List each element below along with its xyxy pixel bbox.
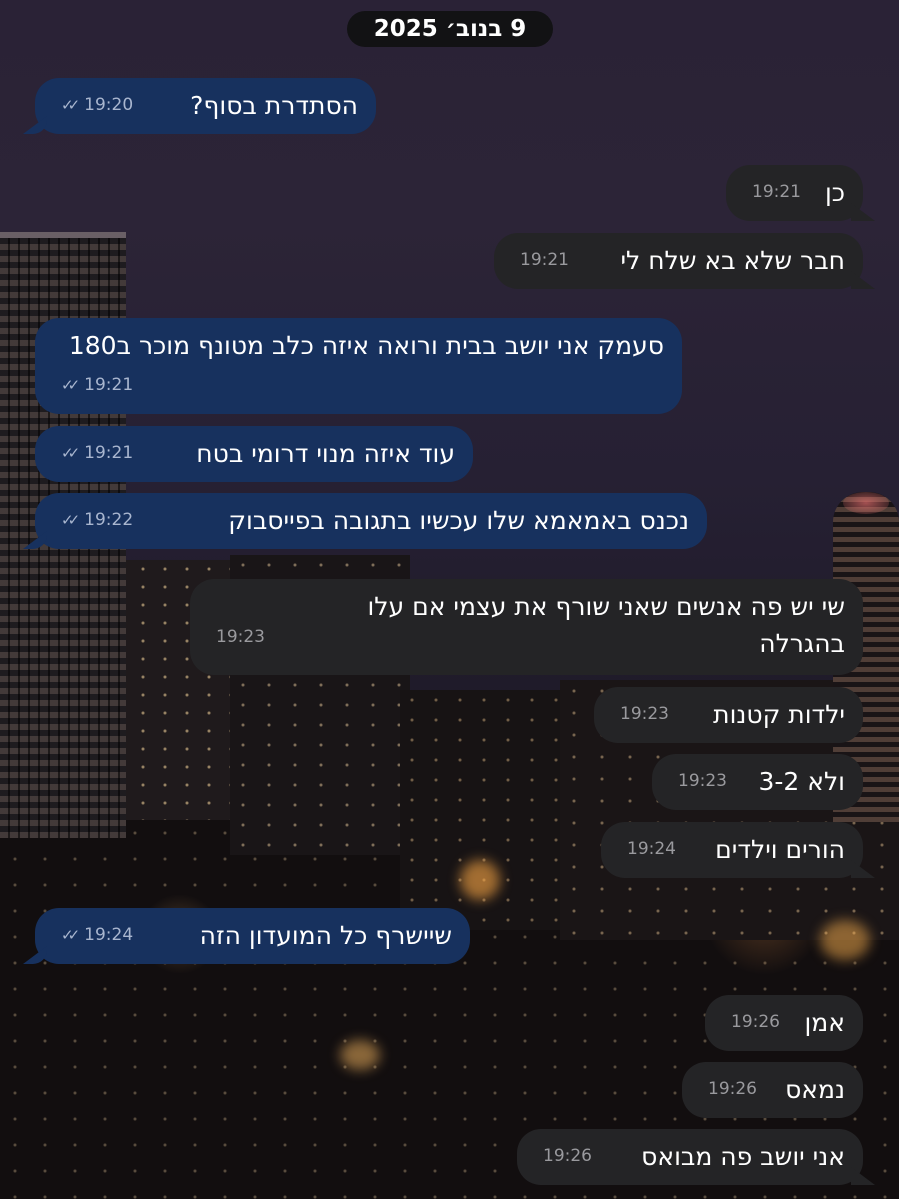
message-meta: ✓✓ 19:21 [61, 435, 133, 472]
message-time: 19:21 [752, 182, 801, 202]
message-bubble-incoming[interactable]: שי יש פה אנשים שאני שורף את עצמי אם עלו … [190, 579, 863, 675]
double-check-icon: ✓✓ [61, 96, 80, 114]
message-bubble-outgoing[interactable]: הסתדרת בסוף? ✓✓ 19:20 [35, 78, 376, 134]
message-time: 19:23 [678, 771, 727, 791]
message-text: שיישרף כל המועדון הזה [199, 921, 452, 950]
message-bubble-incoming[interactable]: נמאס 19:26 [682, 1062, 863, 1118]
message-text: ילדות קטנות [713, 700, 845, 729]
message-bubble-incoming[interactable]: אמן 19:26 [705, 995, 863, 1051]
message-time: 19:26 [708, 1079, 757, 1099]
message-bubble-outgoing[interactable]: סעמק אני יושב בבית ורואה איזה כלב מטונף … [35, 318, 682, 414]
wallpaper-glow [820, 920, 870, 960]
message-time: 19:24 [84, 925, 134, 945]
message-bubble-outgoing[interactable]: עוד איזה מנוי דרומי בטח ✓✓ 19:21 [35, 426, 473, 482]
message-text: אני יושב פה מבואס [641, 1142, 845, 1171]
message-meta: ✓✓ 19:22 [61, 502, 133, 539]
message-bubble-outgoing[interactable]: שיישרף כל המועדון הזה ✓✓ 19:24 [35, 908, 470, 964]
message-meta: 19:24 [627, 831, 676, 868]
double-check-icon: ✓✓ [61, 926, 80, 944]
message-meta: 19:26 [543, 1138, 592, 1175]
message-bubble-incoming[interactable]: כן 19:21 [726, 165, 863, 221]
message-meta: 19:23 [620, 696, 669, 733]
message-time: 19:21 [84, 375, 134, 395]
message-bubble-incoming[interactable]: חבר שלא בא שלח לי 19:21 [494, 233, 863, 289]
double-check-icon: ✓✓ [61, 376, 80, 394]
message-text: הסתדרת בסוף? [190, 91, 358, 120]
message-meta: 19:23 [216, 619, 265, 656]
message-bubble-incoming[interactable]: אני יושב פה מבואס 19:26 [517, 1129, 863, 1185]
message-time: 19:24 [627, 839, 676, 859]
message-text: סעמק אני יושב בבית ורואה איזה כלב מטונף … [68, 331, 664, 360]
message-meta: 19:21 [752, 174, 801, 211]
double-check-icon: ✓✓ [61, 444, 80, 462]
message-meta: ✓✓ 19:21 [61, 367, 133, 404]
message-bubble-incoming[interactable]: ילדות קטנות 19:23 [594, 687, 863, 743]
message-text: נמאס [785, 1075, 845, 1104]
double-check-icon: ✓✓ [61, 511, 80, 529]
message-time: 19:23 [216, 627, 265, 647]
message-bubble-outgoing[interactable]: נכנס באמאמא שלו עכשיו בתגובה בפייסבוק ✓✓… [35, 493, 707, 549]
message-time: 19:26 [731, 1012, 780, 1032]
message-meta: 19:26 [731, 1004, 780, 1041]
message-meta: 19:23 [678, 763, 727, 800]
message-text: כן [824, 178, 845, 207]
message-text: ולא 3-2 [758, 767, 845, 796]
message-bubble-incoming[interactable]: הורים וילדים 19:24 [601, 822, 863, 878]
message-meta: ✓✓ 19:20 [61, 87, 133, 124]
wallpaper-glow [460, 860, 500, 900]
message-time: 19:21 [84, 443, 134, 463]
message-time: 19:23 [620, 704, 669, 724]
wallpaper-tower-light [843, 492, 889, 514]
date-separator: 9 בנוב׳ 2025 [347, 11, 553, 47]
message-text: הורים וילדים [715, 835, 845, 864]
message-meta: 19:26 [708, 1071, 757, 1108]
message-meta: 19:21 [520, 242, 569, 279]
message-bubble-incoming[interactable]: ולא 3-2 19:23 [652, 754, 863, 810]
message-text: אמן [804, 1008, 845, 1037]
message-time: 19:26 [543, 1146, 592, 1166]
message-text: נכנס באמאמא שלו עכשיו בתגובה בפייסבוק [228, 506, 689, 535]
message-time: 19:20 [84, 95, 134, 115]
message-text: שי יש פה אנשים שאני שורף את עצמי אם עלו … [367, 592, 845, 658]
message-time: 19:22 [84, 510, 134, 530]
wallpaper-glow [340, 1040, 380, 1070]
message-time: 19:21 [520, 250, 569, 270]
message-text: עוד איזה מנוי דרומי בטח [196, 439, 455, 468]
message-meta: ✓✓ 19:24 [61, 917, 133, 954]
message-text: חבר שלא בא שלח לי [620, 246, 845, 275]
